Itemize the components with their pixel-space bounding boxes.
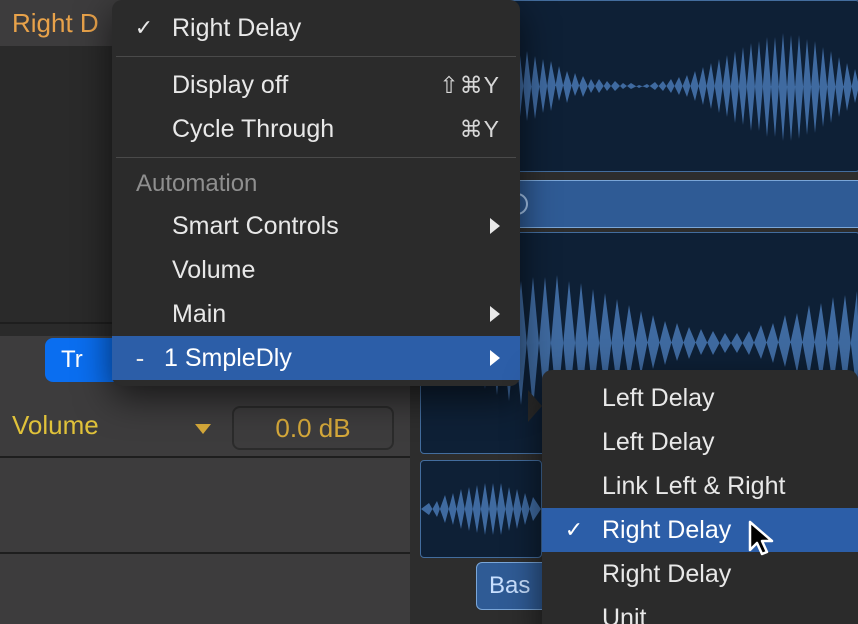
menu-item-left-delay[interactable]: ✓Left Delay	[542, 376, 858, 420]
submenu-caret-icon	[528, 390, 542, 422]
menu-item-right-delay[interactable]: ✓Right Delay	[542, 552, 858, 596]
logic-pro-automation-menu-screenshot: Right D Tr Volume 0.0 dB tar.6 Bas ✓	[0, 0, 858, 624]
menu-item-smart-controls[interactable]: Smart Controls	[112, 204, 520, 248]
shortcut: ⇧⌘Y	[439, 72, 500, 99]
smpledly-parameter-submenu: ✓Left Delay ✓Left Delay ✓Link Left & Rig…	[542, 370, 858, 624]
submenu-arrow-icon	[490, 350, 500, 366]
automation-parameter-menu: ✓ Right Delay Display off ⇧⌘Y Cycle Thro…	[112, 0, 520, 386]
volume-label[interactable]: Volume	[12, 410, 99, 441]
menu-item-plugin-1-smpledly[interactable]: - 1 SmpleDly	[112, 336, 520, 380]
menu-item-cycle-through[interactable]: Cycle Through ⌘Y	[112, 107, 520, 151]
menu-item-current-param[interactable]: ✓ Right Delay	[112, 6, 520, 50]
menu-separator	[116, 56, 516, 57]
submenu-arrow-icon	[490, 218, 500, 234]
shortcut: ⌘Y	[460, 116, 500, 143]
audio-region-waveform[interactable]	[420, 460, 542, 558]
volume-db-value[interactable]: 0.0 dB	[232, 406, 394, 450]
menu-separator	[116, 157, 516, 158]
divider	[0, 552, 410, 554]
menu-item-right-delay[interactable]: ✓Right Delay	[542, 508, 858, 552]
submenu-arrow-icon	[490, 306, 500, 322]
divider	[0, 456, 410, 458]
menu-item-display-off[interactable]: Display off ⇧⌘Y	[112, 63, 520, 107]
menu-section-header: Automation	[112, 164, 520, 204]
menu-item-unit[interactable]: ✓Unit	[542, 596, 858, 624]
menu-item-main[interactable]: Main	[112, 292, 520, 336]
menu-item-volume[interactable]: Volume	[112, 248, 520, 292]
automation-param-label[interactable]: Right D	[12, 8, 99, 39]
checkmark-icon: ✓	[560, 517, 588, 543]
dropdown-caret-icon[interactable]	[195, 424, 211, 434]
checkmark-icon: ✓	[130, 15, 158, 41]
menu-item-left-delay[interactable]: ✓Left Delay	[542, 420, 858, 464]
region-name: Bas	[489, 572, 530, 600]
menu-item-link-left-right[interactable]: ✓Link Left & Right	[542, 464, 858, 508]
bypass-dash-icon: -	[130, 343, 150, 374]
